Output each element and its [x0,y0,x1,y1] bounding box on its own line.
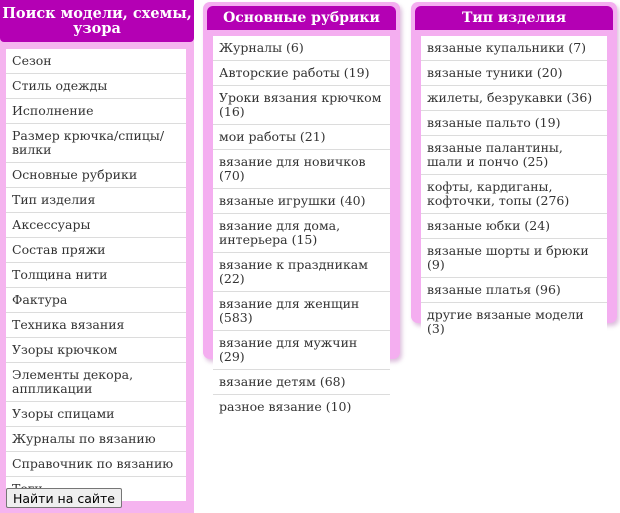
search-panel: Поиск модели, схемы, узора Сезон Стиль о… [0,0,194,513]
search-category-item[interactable]: Стиль одежды [6,74,186,99]
search-category-item[interactable]: Техника вязания [6,313,186,338]
rubric-link[interactable]: вязание к праздникам (22) [213,253,390,292]
rubric-link[interactable]: Журналы (6) [213,36,390,61]
item-types-box-title: Тип изделия [415,6,613,30]
rubric-link[interactable]: мои работы (21) [213,125,390,150]
search-category-item[interactable]: Сезон [6,49,186,74]
rubrics-list: Журналы (6) Авторские работы (19) Уроки … [213,36,390,419]
item-type-link[interactable]: вязаные туники (20) [421,61,607,86]
rubric-link[interactable]: Уроки вязания крючком (16) [213,86,390,125]
item-types-list: вязаные купальники (7) вязаные туники (2… [421,36,607,341]
item-type-link[interactable]: вязаные шорты и брюки (9) [421,239,607,278]
search-category-item[interactable]: Основные рубрики [6,163,186,188]
search-category-item[interactable]: Тип изделия [6,188,186,213]
item-type-link[interactable]: вязаные платья (96) [421,278,607,303]
rubric-link[interactable]: вязание для дома, интерьера (15) [213,214,390,253]
search-category-item[interactable]: Журналы по вязанию [6,427,186,452]
item-type-link[interactable]: вязаные палантины, шали и пончо (25) [421,136,607,175]
rubrics-box-title: Основные рубрики [207,6,396,30]
search-category-item[interactable]: Узоры крючком [6,338,186,363]
rubric-link[interactable]: Авторские работы (19) [213,61,390,86]
search-category-item[interactable]: Состав пряжи [6,238,186,263]
rubric-link[interactable]: вязание для мужчин (29) [213,331,390,370]
search-category-item[interactable]: Узоры спицами [6,402,186,427]
rubric-link[interactable]: вязание детям (68) [213,370,390,395]
item-type-link[interactable]: другие вязаные модели (3) [421,303,607,341]
item-type-link[interactable]: вязаные юбки (24) [421,214,607,239]
search-category-item[interactable]: Исполнение [6,99,186,124]
search-category-item[interactable]: Справочник по вязанию [6,452,186,477]
item-type-link[interactable]: жилеты, безрукавки (36) [421,86,607,111]
item-type-link[interactable]: кофты, кардиганы, кофточки, топы (276) [421,175,607,214]
search-category-item[interactable]: Фактура [6,288,186,313]
search-panel-title: Поиск модели, схемы, узора [0,0,194,42]
search-category-item[interactable]: Элементы декора, аппликации [6,363,186,402]
rubric-link[interactable]: разное вязание (10) [213,395,390,419]
search-category-item[interactable]: Толщина нити [6,263,186,288]
item-types-box: Тип изделия вязаные купальники (7) вязан… [411,2,617,341]
search-category-list: Сезон Стиль одежды Исполнение Размер крю… [6,49,186,501]
item-type-link[interactable]: вязаные пальто (19) [421,111,607,136]
rubrics-box: Основные рубрики Журналы (6) Авторские р… [203,2,400,419]
search-category-item[interactable]: Размер крючка/спицы/вилки [6,124,186,163]
item-type-link[interactable]: вязаные купальники (7) [421,36,607,61]
search-category-item[interactable]: Аксессуары [6,213,186,238]
rubric-link[interactable]: вязаные игрушки (40) [213,189,390,214]
site-search-button[interactable]: Найти на сайте [6,488,122,508]
rubric-link[interactable]: вязание для новичков (70) [213,150,390,189]
rubric-link[interactable]: вязание для женщин (583) [213,292,390,331]
